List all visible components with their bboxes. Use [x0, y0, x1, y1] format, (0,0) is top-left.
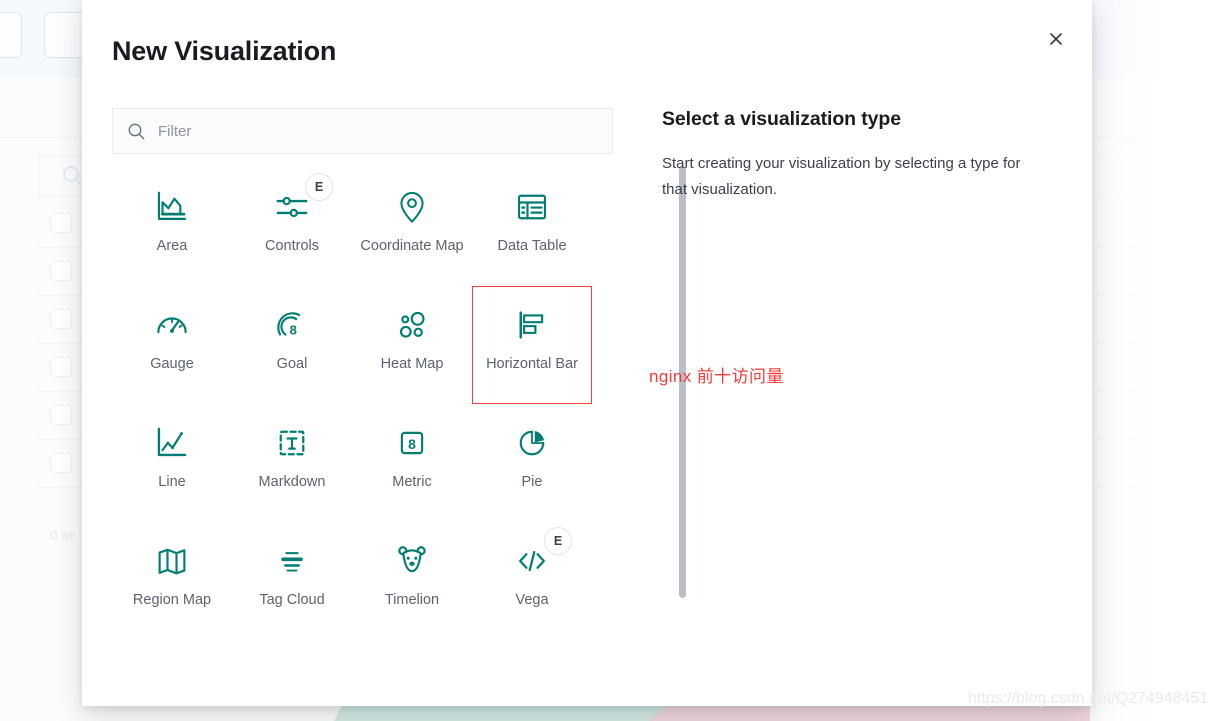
viz-type-goal[interactable]: 8 Goal: [232, 286, 352, 404]
viz-type-label: Tag Cloud: [259, 592, 325, 608]
experimental-badge: E: [305, 173, 333, 201]
right-panel-description: Start creating your visualization by sel…: [662, 155, 1021, 198]
data-table-icon: [514, 183, 550, 231]
visualization-types-scroll-area: Area E Controls Coordinate Map Data Tabl…: [112, 168, 622, 638]
watermark: https://blog.csdn.net/Q274948451: [968, 690, 1209, 707]
viz-type-vega[interactable]: E Vega: [472, 522, 592, 638]
pie-chart-icon: [514, 419, 550, 467]
viz-type-pie[interactable]: Pie: [472, 404, 592, 522]
viz-type-gauge[interactable]: Gauge: [112, 286, 232, 404]
gauge-icon: [153, 301, 191, 349]
viz-type-heat-map[interactable]: Heat Map: [352, 286, 472, 404]
background-row-checkbox: [50, 357, 72, 377]
page-title: New Visualization: [112, 36, 337, 66]
viz-type-label: Coordinate Map: [360, 238, 464, 254]
background-row-checkbox: [50, 309, 72, 329]
background-row-checkbox: [50, 213, 72, 233]
viz-type-region-map[interactable]: Region Map: [112, 522, 232, 638]
viz-type-label: Controls: [265, 238, 319, 254]
background-search-icon: [63, 166, 79, 182]
filter-field[interactable]: [112, 108, 613, 154]
right-panel-title: Select a visualization type: [662, 108, 901, 130]
background-tab-1: [0, 12, 22, 58]
viz-type-data-table[interactable]: Data Table: [472, 168, 592, 286]
viz-type-line[interactable]: Line: [112, 404, 232, 522]
viz-type-coordinate-map[interactable]: Coordinate Map: [352, 168, 472, 286]
viz-type-label: Markdown: [258, 474, 326, 490]
viz-type-horizontal-bar[interactable]: Horizontal Bar: [472, 286, 592, 404]
area-chart-icon: [153, 183, 191, 231]
background-row-checkbox: [50, 453, 72, 473]
background-item-count: 0 ite: [50, 528, 76, 543]
viz-type-label: Vega: [515, 592, 549, 608]
horizontal-bar-icon: [514, 301, 550, 349]
region-map-icon: [154, 537, 190, 585]
line-chart-icon: [153, 419, 191, 467]
controls-icon: E: [273, 173, 333, 231]
background-row-checkbox: [50, 405, 72, 425]
viz-type-label: Data Table: [497, 238, 567, 254]
viz-type-label: Gauge: [150, 356, 194, 372]
viz-type-label: Heat Map: [380, 356, 444, 372]
visualization-types-grid: Area E Controls Coordinate Map Data Tabl…: [112, 168, 622, 638]
right-info-panel: Select a visualization type Start creati…: [662, 108, 1062, 203]
svg-text:8: 8: [290, 323, 297, 338]
search-icon: [127, 122, 146, 141]
viz-type-label: Line: [158, 474, 186, 490]
heat-map-icon: [394, 301, 430, 349]
viz-type-metric[interactable]: 8 Metric: [352, 404, 472, 522]
experimental-badge: E: [544, 527, 572, 555]
map-marker-icon: [394, 183, 430, 231]
close-icon: [1050, 33, 1062, 45]
svg-text:8: 8: [408, 436, 416, 452]
background-row-checkbox: [50, 261, 72, 281]
viz-type-markdown[interactable]: Markdown: [232, 404, 352, 522]
metric-icon: 8: [394, 419, 430, 467]
new-visualization-modal: New Visualization Area: [82, 0, 1092, 706]
viz-type-label: Goal: [276, 356, 308, 372]
viz-type-timelion[interactable]: Timelion: [352, 522, 472, 638]
search-input[interactable]: [146, 109, 612, 153]
markdown-icon: [274, 419, 310, 467]
viz-type-area[interactable]: Area: [112, 168, 232, 286]
viz-type-label: Area: [156, 238, 188, 254]
viz-type-label: Metric: [392, 474, 432, 490]
viz-type-controls[interactable]: E Controls: [232, 168, 352, 286]
red-annotation-note: nginx 前十访问量: [649, 367, 784, 386]
viz-type-label: Horizontal Bar: [486, 356, 578, 372]
tag-cloud-icon: [274, 537, 310, 585]
viz-type-label: Region Map: [132, 592, 212, 608]
viz-type-label: Timelion: [384, 592, 440, 608]
goal-icon: 8: [273, 301, 311, 349]
timelion-bear-icon: [394, 537, 430, 585]
viz-type-tag-cloud[interactable]: Tag Cloud: [232, 522, 352, 638]
close-button[interactable]: [1040, 23, 1072, 55]
vega-code-icon: E: [514, 527, 572, 585]
viz-type-label: Pie: [521, 474, 543, 490]
